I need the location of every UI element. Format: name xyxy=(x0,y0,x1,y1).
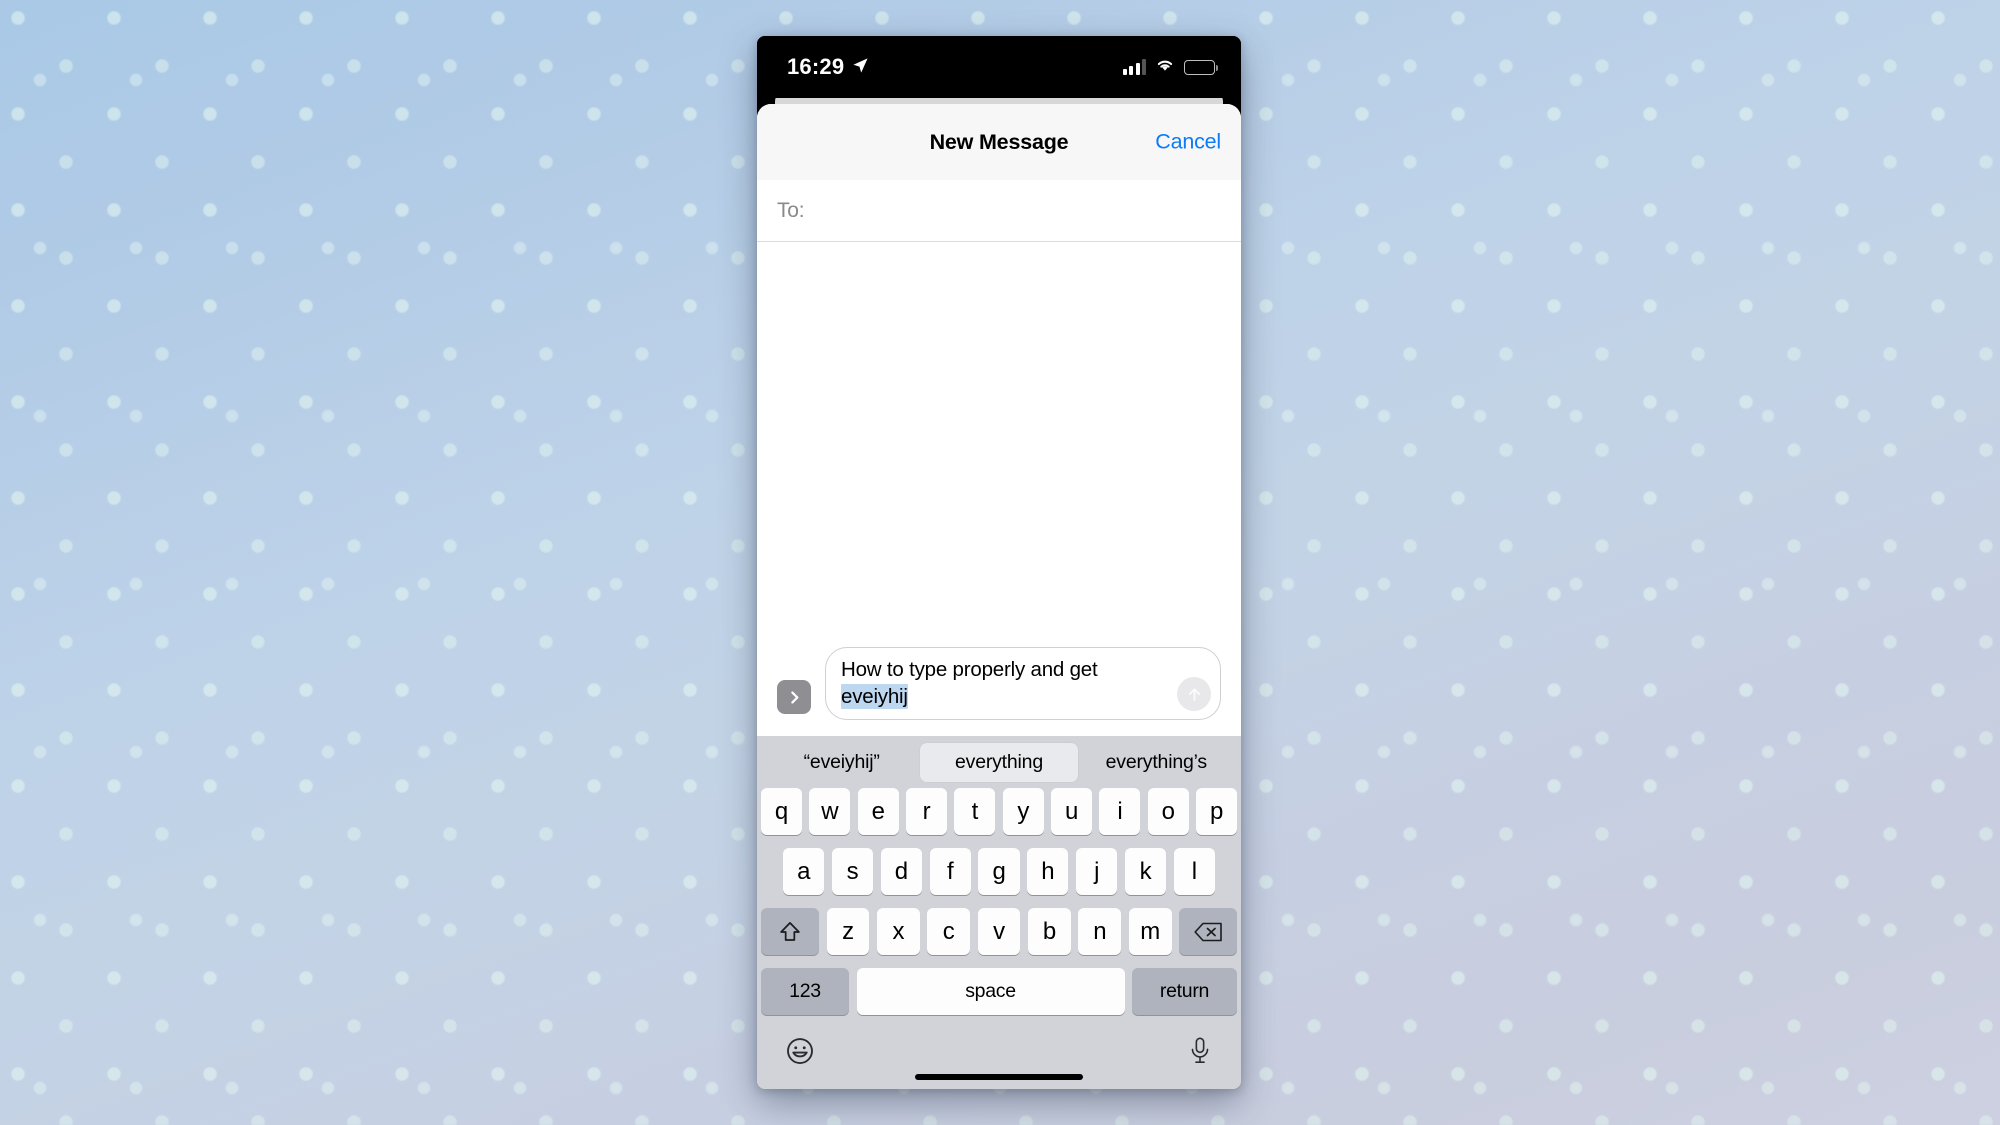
key-c[interactable]: c xyxy=(927,908,971,955)
suggestion-0[interactable]: “eveiyhij” xyxy=(763,743,920,782)
key-p[interactable]: p xyxy=(1196,788,1237,835)
key-g[interactable]: g xyxy=(978,848,1020,895)
key-w[interactable]: w xyxy=(809,788,851,835)
suggestion-1[interactable]: everything xyxy=(920,742,1078,782)
key-t[interactable]: t xyxy=(954,788,996,835)
status-time: 16:29 xyxy=(787,54,845,79)
keyboard-row-2: a s d f g h j k l xyxy=(757,848,1241,895)
emoji-smiley-icon[interactable] xyxy=(785,1036,815,1066)
key-k[interactable]: k xyxy=(1124,848,1167,895)
key-n[interactable]: n xyxy=(1078,908,1122,955)
page-title: New Message xyxy=(929,129,1069,154)
key-x[interactable]: x xyxy=(876,908,920,955)
status-right-group xyxy=(1122,57,1219,77)
key-h[interactable]: h xyxy=(1027,848,1069,895)
key-z[interactable]: z xyxy=(826,908,870,955)
key-y[interactable]: y xyxy=(1002,788,1044,835)
key-m[interactable]: m xyxy=(1128,908,1172,955)
key-j[interactable]: j xyxy=(1075,848,1118,895)
key-q[interactable]: q xyxy=(761,788,802,835)
shift-arrow-icon[interactable] xyxy=(761,908,819,955)
key-r[interactable]: r xyxy=(906,788,947,835)
message-input[interactable]: How to type properly and get eveiyhij xyxy=(825,647,1221,720)
navigation-bar: New Message Cancel xyxy=(757,104,1241,180)
key-f[interactable]: f xyxy=(929,848,971,895)
keyboard-bottom-bar xyxy=(757,1025,1241,1089)
recipient-label: To: xyxy=(777,198,805,222)
key-o[interactable]: o xyxy=(1147,788,1189,835)
autocorrect-suggestion-bar: “eveiyhij” everything everything’s xyxy=(757,736,1241,788)
recipient-field[interactable]: To: xyxy=(757,180,1241,242)
keyboard-row-3: z x c v b n m xyxy=(757,908,1241,955)
keyboard-row-4: 123 space return xyxy=(757,968,1241,1015)
key-e[interactable]: e xyxy=(857,788,899,835)
on-screen-keyboard: “eveiyhij” everything everything’s q w e… xyxy=(757,736,1241,1089)
conversation-area xyxy=(757,242,1241,637)
battery-icon xyxy=(1184,59,1219,75)
key-a[interactable]: a xyxy=(783,848,825,895)
status-bar: 16:29 xyxy=(757,36,1241,98)
wifi-icon xyxy=(1155,57,1175,77)
key-b[interactable]: b xyxy=(1027,908,1071,955)
numbers-key[interactable]: 123 xyxy=(761,968,849,1015)
chevron-right-icon[interactable] xyxy=(777,680,811,714)
message-input-text: How to type properly and get eveiyhij xyxy=(841,656,1168,710)
backspace-icon[interactable] xyxy=(1179,908,1238,955)
key-l[interactable]: l xyxy=(1173,848,1215,895)
phone-screen: 16:29 New Message Cancel To: How to type… xyxy=(757,36,1241,1089)
key-u[interactable]: u xyxy=(1051,788,1092,835)
keyboard-row-1: q w e r t y u i o p xyxy=(757,788,1241,835)
send-button[interactable] xyxy=(1177,677,1211,711)
return-key[interactable]: return xyxy=(1132,968,1237,1015)
key-i[interactable]: i xyxy=(1099,788,1141,835)
home-indicator xyxy=(915,1073,1083,1080)
microphone-icon[interactable] xyxy=(1187,1036,1213,1066)
key-s[interactable]: s xyxy=(831,848,874,895)
cellular-signal-icon xyxy=(1122,59,1146,75)
key-v[interactable]: v xyxy=(977,908,1021,955)
key-d[interactable]: d xyxy=(880,848,922,895)
cancel-button[interactable]: Cancel xyxy=(1155,130,1221,155)
message-composer: How to type properly and get eveiyhij xyxy=(757,637,1241,736)
status-left-group: 16:29 xyxy=(787,54,869,80)
space-key[interactable]: space xyxy=(856,968,1125,1015)
autocorrect-highlighted-word: eveiyhij xyxy=(841,684,908,709)
location-arrow-icon xyxy=(852,54,869,80)
message-plain-text: How to type properly and get xyxy=(841,658,1098,681)
suggestion-2[interactable]: everything’s xyxy=(1078,743,1235,782)
new-message-sheet: New Message Cancel To: How to type prope… xyxy=(757,104,1241,1089)
